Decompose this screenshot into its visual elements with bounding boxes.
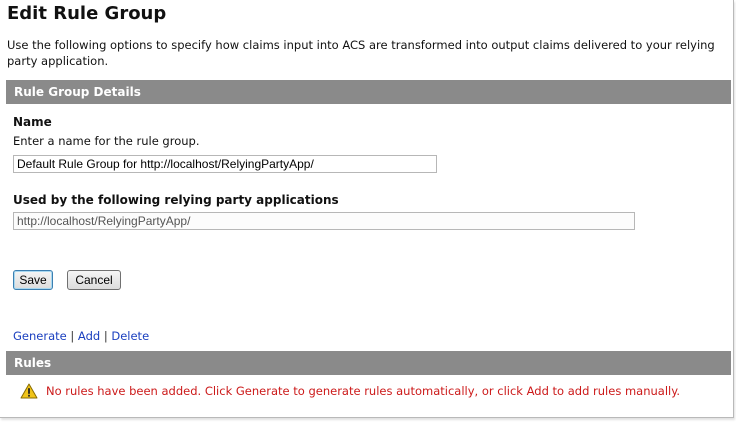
rules-header: Rules xyxy=(6,351,731,375)
delete-link[interactable]: Delete xyxy=(111,329,149,343)
generate-link[interactable]: Generate xyxy=(13,329,67,343)
relying-party-apps-field[interactable] xyxy=(13,212,635,230)
cancel-button[interactable]: Cancel xyxy=(67,270,121,290)
warning-message: No rules have been added. Click Generate… xyxy=(46,384,681,398)
rule-actions: Generate | Add | Delete xyxy=(13,329,149,343)
rule-group-name-input[interactable] xyxy=(13,155,437,173)
used-by-label: Used by the following relying party appl… xyxy=(13,193,339,207)
name-help-text: Enter a name for the rule group. xyxy=(13,134,200,148)
add-link[interactable]: Add xyxy=(78,329,100,343)
save-button[interactable]: Save xyxy=(13,270,53,290)
name-label: Name xyxy=(13,115,52,129)
rule-group-details-header: Rule Group Details xyxy=(6,80,731,104)
page-description: Use the following options to specify how… xyxy=(7,38,715,68)
warning-icon xyxy=(20,383,38,399)
separator: | xyxy=(70,329,75,343)
no-rules-warning: No rules have been added. Click Generate… xyxy=(20,382,680,400)
separator: | xyxy=(103,329,108,343)
page-title: Edit Rule Group xyxy=(7,3,167,24)
